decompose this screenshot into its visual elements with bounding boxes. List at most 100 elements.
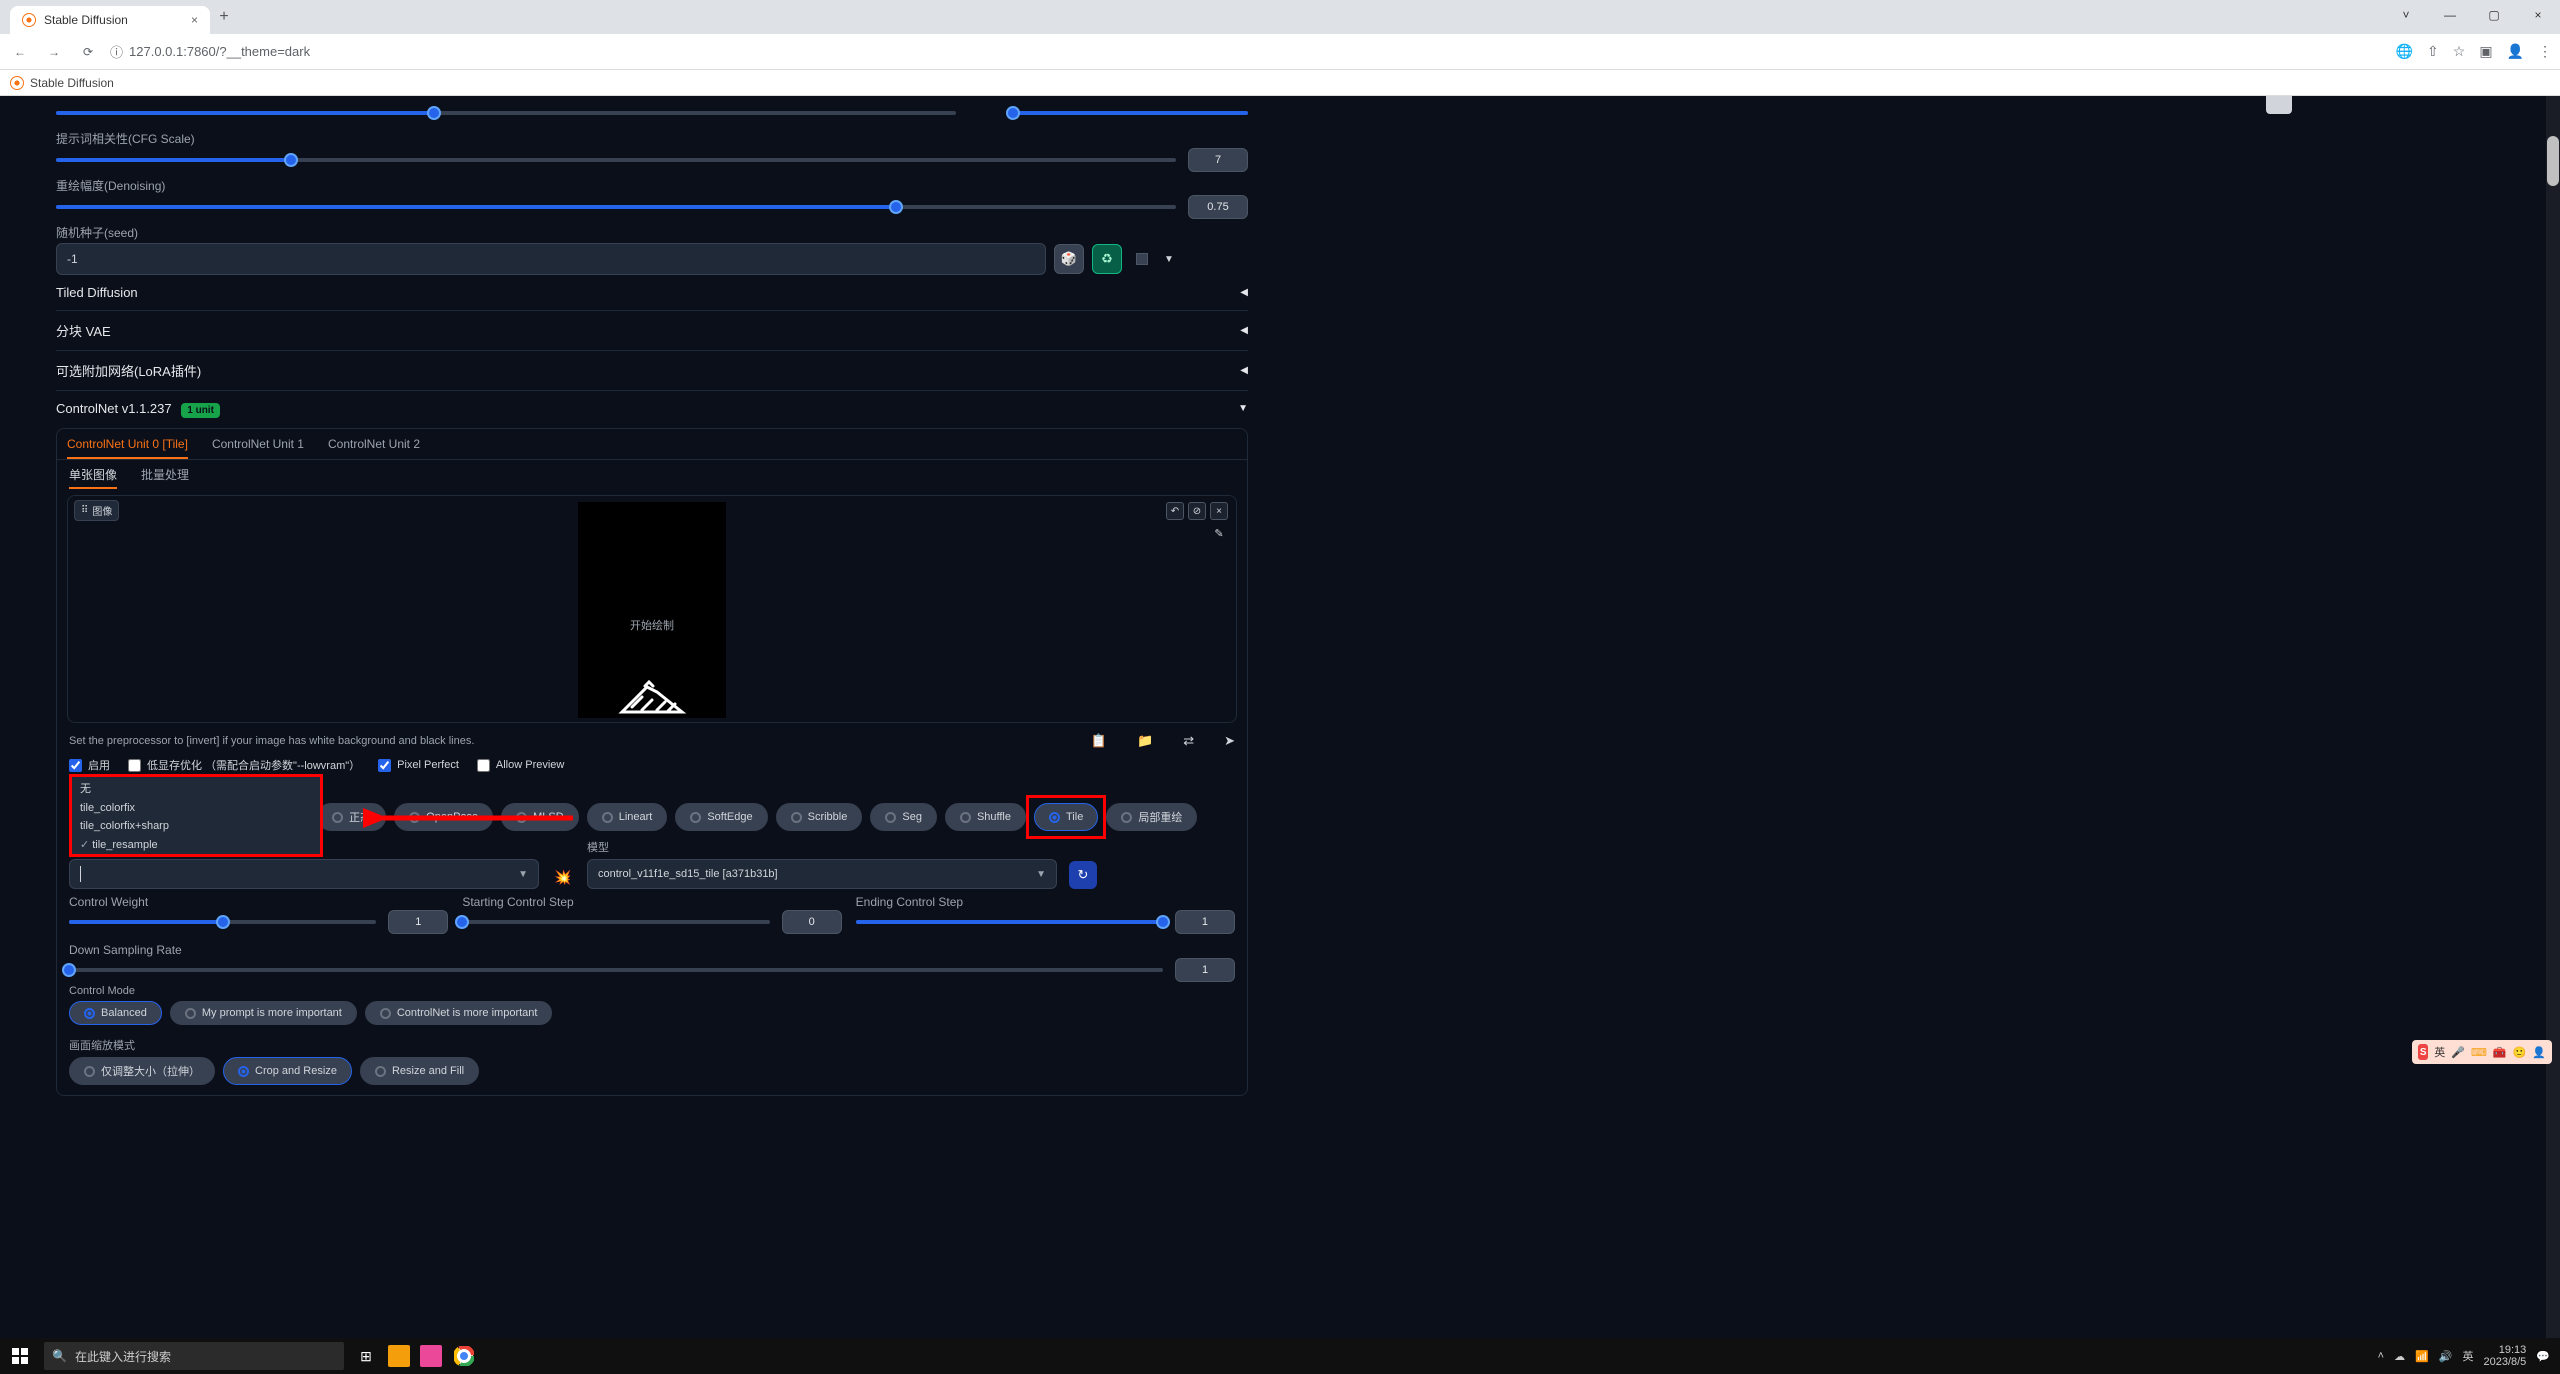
model-dropdown[interactable]: control_v11f1e_sd15_tile [a371b31b]▼ <box>587 859 1057 889</box>
close-icon[interactable]: × <box>1210 502 1228 520</box>
controlnet-image-area[interactable]: ⠿ 图像 ↶ ⊘ × ✎ 开始绘制 <box>67 495 1237 723</box>
menu-icon[interactable]: ⋮ <box>2538 43 2552 60</box>
profile-icon[interactable]: 👤 <box>2507 43 2524 60</box>
slider-unknown-b[interactable] <box>1008 102 1248 124</box>
control-type-scribble[interactable]: Scribble <box>776 803 863 831</box>
close-tab-icon[interactable]: × <box>191 13 198 27</box>
ime-keyboard-icon[interactable]: ⌨ <box>2471 1046 2487 1059</box>
resize-crop[interactable]: Crop and Resize <box>223 1057 352 1085</box>
tray-cloud-icon[interactable]: ☁ <box>2394 1350 2405 1363</box>
ime-voice-icon[interactable]: 🎤 <box>2451 1046 2465 1059</box>
task-view-icon[interactable]: ⊞ <box>354 1344 378 1368</box>
send-icon[interactable]: ➤ <box>1224 733 1235 749</box>
control-type-openpose[interactable]: OpenPose <box>394 803 493 831</box>
taskbar-search[interactable]: 🔍 在此键入进行搜索 <box>44 1342 344 1370</box>
ime-face-icon[interactable]: 🙂 <box>2513 1046 2527 1059</box>
window-close-icon[interactable]: × <box>2516 0 2560 30</box>
taskbar-app-chrome[interactable] <box>452 1344 476 1368</box>
sidepanel-icon[interactable]: ▣ <box>2479 43 2492 60</box>
downsample-value[interactable]: 1 <box>1175 958 1235 982</box>
taskbar-app-media[interactable] <box>420 1345 442 1367</box>
accordion-controlnet[interactable]: ControlNet v1.1.237 1 unit ▼ <box>56 391 1248 426</box>
denoise-slider[interactable] <box>56 205 1176 209</box>
bookmark-item[interactable]: Stable Diffusion <box>30 76 114 90</box>
control-mode-controlnet[interactable]: ControlNet is more important <box>365 1001 553 1025</box>
back-button[interactable]: ← <box>8 40 32 64</box>
accordion-tiled-vae[interactable]: 分块 VAE◀ <box>56 311 1248 351</box>
star-icon[interactable]: ☆ <box>2453 43 2466 60</box>
undo-icon[interactable]: ↶ <box>1166 502 1184 520</box>
control-type-shuffle[interactable]: Shuffle <box>945 803 1026 831</box>
new-tab-button[interactable]: + <box>210 3 238 31</box>
resize-fill[interactable]: Resize and Fill <box>360 1057 479 1085</box>
control-type-seg[interactable]: Seg <box>870 803 937 831</box>
tray-notifications-icon[interactable]: 💬 <box>2536 1350 2550 1363</box>
control-type-mlsd[interactable]: MLSD <box>501 803 579 831</box>
run-preprocessor-button[interactable]: 💥 <box>551 865 575 889</box>
swap-icon[interactable]: ⇅ <box>2266 96 2292 114</box>
preproc-option-none[interactable]: 无 <box>72 777 320 799</box>
clear-icon[interactable]: ⊘ <box>1188 502 1206 520</box>
subtab-batch[interactable]: 批量处理 <box>141 466 189 489</box>
control-mode-prompt[interactable]: My prompt is more important <box>170 1001 357 1025</box>
tray-ime-lang[interactable]: 英 <box>2462 1348 2473 1364</box>
window-minimize-icon[interactable]: — <box>2428 0 2472 30</box>
tab-unit-1[interactable]: ControlNet Unit 1 <box>212 437 304 459</box>
ime-tool-icon[interactable]: 🧰 <box>2493 1046 2507 1059</box>
taskbar-app-explorer[interactable] <box>388 1345 410 1367</box>
control-mode-balanced[interactable]: Balanced <box>69 1001 162 1025</box>
tab-unit-0[interactable]: ControlNet Unit 0 [Tile] <box>67 437 188 459</box>
control-type-tile[interactable]: Tile <box>1034 803 1098 831</box>
seed-input[interactable] <box>56 243 1046 275</box>
checkbox-allow-preview[interactable]: Allow Preview <box>477 759 564 772</box>
scrollbar-thumb[interactable] <box>2547 136 2559 186</box>
denoise-value[interactable]: 0.75 <box>1188 195 1248 219</box>
refresh-models-button[interactable]: ↻ <box>1069 861 1097 889</box>
cfg-value[interactable]: 7 <box>1188 148 1248 172</box>
folder-icon[interactable]: 📁 <box>1137 733 1153 749</box>
resize-stretch[interactable]: 仅调整大小（拉伸） <box>69 1057 215 1085</box>
tray-wifi-icon[interactable]: 📶 <box>2415 1350 2429 1363</box>
extra-seed-checkbox[interactable] <box>1136 253 1148 265</box>
cfg-slider[interactable] <box>56 158 1176 162</box>
control-weight-slider[interactable] <box>69 920 376 924</box>
pencil-icon[interactable]: ✎ <box>1210 524 1228 542</box>
end-step-value[interactable]: 1 <box>1175 910 1235 934</box>
scrollbar[interactable] <box>2546 96 2560 1338</box>
copy-icon[interactable]: 📋 <box>1091 733 1107 749</box>
control-type-normal[interactable]: 正态 <box>317 803 386 831</box>
start-step-value[interactable]: 0 <box>782 910 842 934</box>
tray-chevron-icon[interactable]: ˄ <box>2378 1350 2384 1362</box>
taskbar-clock[interactable]: 19:13 2023/8/5 <box>2483 1344 2526 1368</box>
window-restore-icon[interactable]: ▢ <box>2472 0 2516 30</box>
reload-button[interactable]: ⟳ <box>76 40 100 64</box>
ime-toolbar[interactable]: S 英 🎤 ⌨ 🧰 🙂 👤 <box>2412 1040 2552 1064</box>
checkbox-enable[interactable]: 启用 <box>69 757 110 773</box>
downsample-slider[interactable] <box>69 968 1163 972</box>
extra-seed-expand-icon[interactable]: ▼ <box>1164 254 1174 265</box>
accordion-lora[interactable]: 可选附加网络(LoRA插件)◀ <box>56 351 1248 391</box>
forward-button[interactable]: → <box>42 40 66 64</box>
start-button[interactable] <box>0 1338 40 1374</box>
translate-icon[interactable]: 🌐 <box>2396 43 2413 60</box>
end-step-slider[interactable] <box>856 920 1163 924</box>
slider-unknown-a[interactable] <box>56 102 956 124</box>
share-icon[interactable]: ⇧ <box>2427 43 2439 60</box>
preproc-option-colorfix[interactable]: tile_colorfix <box>72 799 320 817</box>
start-step-slider[interactable] <box>462 920 769 924</box>
chevron-down-icon[interactable]: ˅ <box>2384 0 2428 30</box>
recycle-button[interactable]: ♻ <box>1092 244 1122 274</box>
url-text[interactable]: 127.0.0.1:7860/?__theme=dark <box>129 44 310 59</box>
preproc-option-resample[interactable]: ✓tile_resample <box>72 835 320 854</box>
preproc-option-colorfix-sharp[interactable]: tile_colorfix+sharp <box>72 817 320 835</box>
checkbox-lowvram[interactable]: 低显存优化 （需配合启动参数"--lowvram"） <box>128 757 360 773</box>
browser-tab[interactable]: Stable Diffusion × <box>10 6 210 34</box>
control-type-inpaint[interactable]: 局部重绘 <box>1106 803 1197 831</box>
preprocessor-input[interactable]: ▼ <box>69 859 539 889</box>
tab-unit-2[interactable]: ControlNet Unit 2 <box>328 437 420 459</box>
swap-icon[interactable]: ⇄ <box>1183 733 1194 749</box>
control-weight-value[interactable]: 1 <box>388 910 448 934</box>
tray-volume-icon[interactable]: 🔊 <box>2439 1350 2453 1363</box>
dice-button[interactable]: 🎲 <box>1054 244 1084 274</box>
control-type-lineart[interactable]: Lineart <box>587 803 668 831</box>
